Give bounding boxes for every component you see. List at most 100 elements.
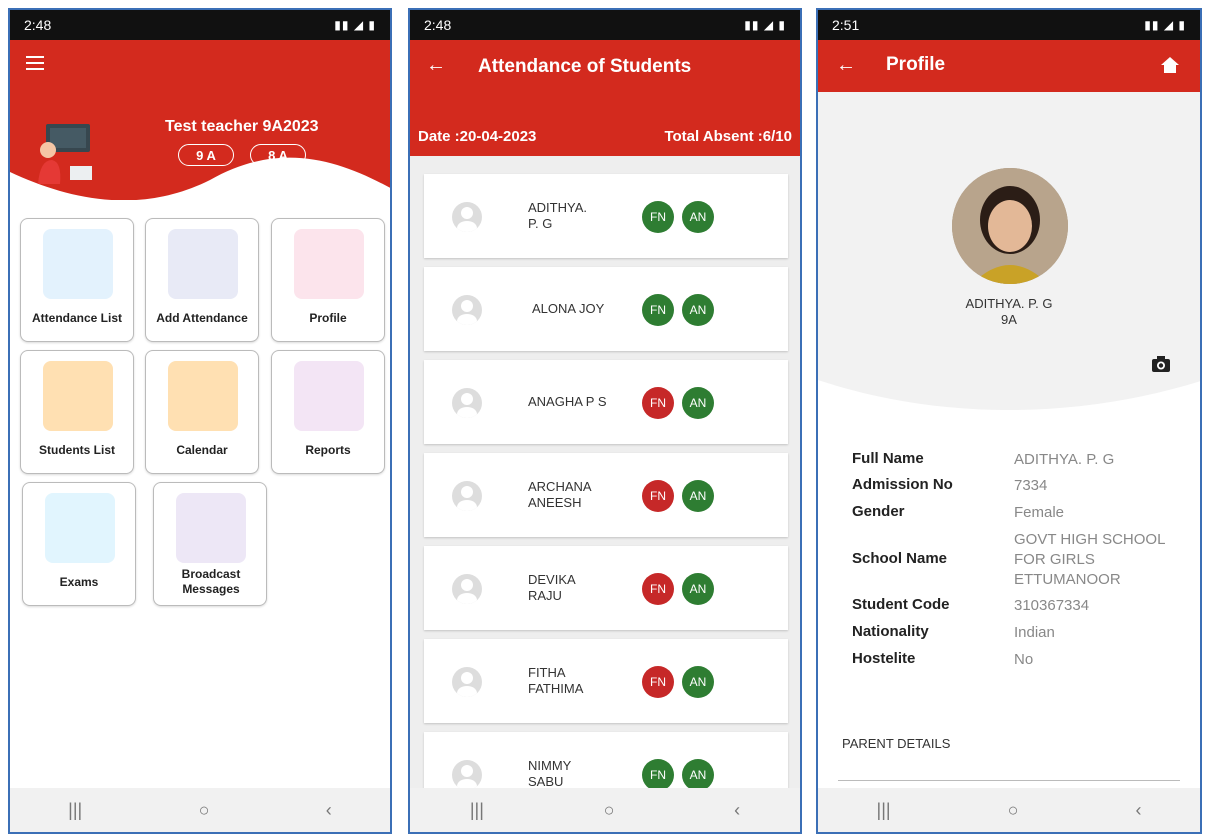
field-label: Gender [852,503,905,520]
tile-students-list[interactable]: Students List [20,350,134,474]
student-card[interactable]: ADITHYA. P. G FN AN [424,174,788,258]
tile-broadcast-messages[interactable]: Broadcast Messages [153,482,267,606]
field-value: 7334 [1014,477,1048,494]
status-icons: ▮▮ ◢ ▮ [744,18,786,32]
profile-illustration [294,229,364,299]
recents-icon[interactable]: ||| [877,800,891,821]
student-name: ADITHYA. P. G [965,296,1053,311]
an-badge[interactable]: AN [682,480,714,512]
avatar-icon [452,481,482,511]
fn-badge[interactable]: FN [642,573,674,605]
teacher-illustration [38,124,92,184]
attendance-header: ← Attendance of Students Date :20-04-202… [410,40,800,156]
tile-profile[interactable]: Profile [271,218,385,342]
home-nav-icon[interactable]: ○ [1008,800,1019,821]
hamburger-icon[interactable] [26,56,44,70]
tile-exams[interactable]: Exams [22,482,136,606]
tile-add-attendance[interactable]: Add Attendance [145,218,259,342]
avatar-icon [452,388,482,418]
back-arrow-icon[interactable]: ← [836,54,856,77]
tile-label: Broadcast Messages [181,567,241,596]
status-icons: ▮▮ ◢ ▮ [1144,18,1186,32]
field-label: Nationality [852,623,929,640]
student-card[interactable]: ARCHANA ANEESH FN AN [424,453,788,537]
avatar-icon [452,574,482,604]
home-nav-icon[interactable]: ○ [199,800,210,821]
tile-label: Students List [38,443,115,457]
student-card[interactable]: FITHA FATHIMA FN AN [424,639,788,723]
an-badge[interactable]: AN [682,573,714,605]
dashboard-screen: 2:48 ▮▮ ◢ ▮ Test teacher 9A2023 9 A 8 A … [8,8,392,834]
page-title: Profile [886,54,946,75]
tile-label: Profile [309,311,347,325]
tile-attendance-list[interactable]: Attendance List [20,218,134,342]
status-bar: 2:48 ▮▮ ◢ ▮ [410,10,800,40]
profile-header: ← Profile [818,40,1200,92]
class-pill-1[interactable]: 9 A [178,144,234,166]
add-attendance-illustration [168,229,238,299]
field-value: No [1014,651,1034,668]
parent-details-heading[interactable]: PARENT DETAILS [842,736,950,751]
total-absent: Total Absent :6/10 [664,128,792,145]
recents-icon[interactable]: ||| [68,800,82,821]
banner-curve [818,380,1200,430]
an-badge[interactable]: AN [682,201,714,233]
fn-badge[interactable]: FN [642,666,674,698]
student-card[interactable]: ALONA JOY FN AN [424,267,788,351]
home-nav-icon[interactable]: ○ [604,800,615,821]
status-bar: 2:51 ▮▮ ◢ ▮ [818,10,1200,40]
avatar-icon [452,667,482,697]
fn-badge[interactable]: FN [642,480,674,512]
class-pill-2[interactable]: 8 A [250,144,306,166]
student-name: ADITHYA. P. G [528,200,587,231]
student-name: ANAGHA P S [528,394,607,409]
tile-reports[interactable]: Reports [271,350,385,474]
student-attendance-list: ADITHYA. P. G FN AN ALONA JOY FN AN ANAG… [410,156,800,788]
field-label: Full Name [852,450,924,467]
status-time: 2:51 [832,17,860,33]
an-badge[interactable]: AN [682,387,714,419]
an-badge[interactable]: AN [682,666,714,698]
back-arrow-icon[interactable]: ← [426,54,446,77]
status-icons: ▮▮ ◢ ▮ [334,18,376,32]
page-title: Attendance of Students [478,56,692,77]
field-value: ADITHYA. P. G [1014,451,1115,468]
student-card[interactable]: ANAGHA P S FN AN [424,360,788,444]
avatar-icon [452,760,482,788]
attendance-screen: 2:48 ▮▮ ◢ ▮ ← Attendance of Students Dat… [408,8,802,834]
exams-illustration [45,493,115,563]
back-nav-icon[interactable]: ‹ [734,800,740,821]
fn-badge[interactable]: FN [642,294,674,326]
camera-icon[interactable] [1152,356,1170,372]
student-name: NIMMY SABU [528,758,572,788]
broadcast-illustration [176,493,246,563]
tile-label: Attendance List [31,311,122,325]
status-time: 2:48 [424,17,452,33]
reports-illustration [294,361,364,431]
tile-calendar[interactable]: Calendar [145,350,259,474]
tile-label: Calendar [176,443,228,457]
attendance-date: Date :20-04-2023 [418,128,537,145]
an-badge[interactable]: AN [682,759,714,788]
system-nav-bar: ||| ○ ‹ [10,788,390,832]
status-time: 2:48 [24,17,52,33]
an-badge[interactable]: AN [682,294,714,326]
student-card[interactable]: DEVIKA RAJU FN AN [424,546,788,630]
student-name: DEVIKA RAJU [528,572,575,603]
field-value: Female [1014,504,1065,521]
fn-badge[interactable]: FN [642,201,674,233]
back-nav-icon[interactable]: ‹ [326,800,332,821]
student-name: FITHA FATHIMA [528,665,584,696]
system-nav-bar: ||| ○ ‹ [818,788,1200,832]
back-nav-icon[interactable]: ‹ [1135,800,1141,821]
recents-icon[interactable]: ||| [470,800,484,821]
student-card[interactable]: NIMMY SABU FN AN [424,732,788,788]
field-label: School Name [852,550,948,567]
home-icon[interactable] [1160,56,1180,74]
avatar-icon [452,295,482,325]
fn-badge[interactable]: FN [642,759,674,788]
tile-label: Add Attendance [156,311,248,325]
students-list-illustration [43,361,113,431]
tile-label: Reports [305,443,351,457]
fn-badge[interactable]: FN [642,387,674,419]
